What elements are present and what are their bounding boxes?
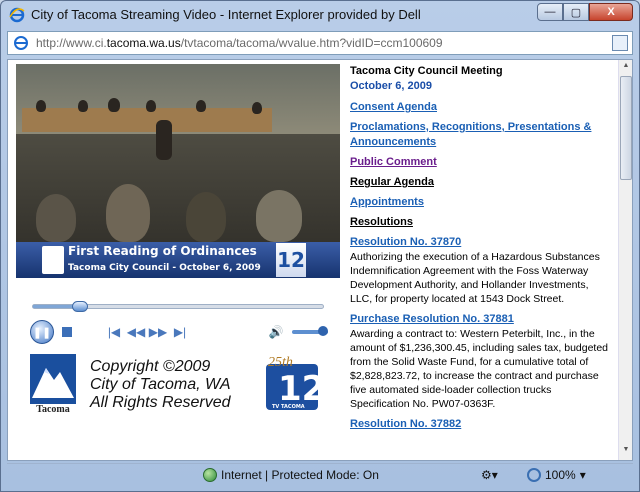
zoom-icon xyxy=(527,468,541,482)
copyright-line: All Rights Reserved xyxy=(90,394,231,411)
ch12-name: TV TACOMA xyxy=(272,404,305,410)
address-bar[interactable]: http://www.ci.tacoma.wa.us/tvtacoma/taco… xyxy=(7,31,633,55)
status-bar: Internet | Protected Mode: On ⚙▾ 100% ▾ xyxy=(7,463,633,487)
resolution-37870-link[interactable]: Resolution No. 37870 xyxy=(350,236,461,248)
compatibility-icon[interactable] xyxy=(612,35,628,51)
video-figure xyxy=(78,100,88,112)
pause-button[interactable]: ❚❚ xyxy=(30,320,54,344)
close-button[interactable]: X xyxy=(589,3,633,21)
video-audience xyxy=(106,184,150,242)
security-zone[interactable]: Internet | Protected Mode: On xyxy=(203,468,379,482)
video-speaker xyxy=(156,120,172,160)
consent-agenda-link[interactable]: Consent Agenda xyxy=(350,101,437,113)
seek-bar[interactable] xyxy=(32,301,324,312)
video-frame[interactable]: First Reading of Ordinances Tacoma City … xyxy=(16,64,340,278)
video-dais xyxy=(22,108,272,132)
video-lower-third: First Reading of Ordinances Tacoma City … xyxy=(16,242,340,278)
title-bar: City of Tacoma Streaming Video - Interne… xyxy=(1,1,639,29)
url-prefix: http://www.ci. xyxy=(36,36,107,50)
url-domain: tacoma.wa.us xyxy=(106,36,181,50)
vertical-scrollbar[interactable]: ▲ ▼ xyxy=(618,60,632,460)
stop-icon[interactable] xyxy=(60,325,74,339)
agenda-panel: Tacoma City Council Meeting October 6, 2… xyxy=(346,60,614,460)
proclamations-link[interactable]: Proclamations, Recognitions, Presentatio… xyxy=(350,121,591,148)
ch12-anniversary: 25th xyxy=(268,355,293,370)
caption-buttons: — ▢ X xyxy=(537,3,633,21)
zoom-control[interactable]: 100% ▾ xyxy=(527,468,586,482)
purchase-resolution-37881-desc: Awarding a contract to: Western Peterbil… xyxy=(350,328,609,410)
minimize-button[interactable]: — xyxy=(537,3,563,21)
meeting-title: Tacoma City Council Meeting xyxy=(350,65,503,77)
channel-badge: 12 xyxy=(276,243,306,277)
meeting-date: October 6, 2009 xyxy=(350,80,432,92)
seek-thumb[interactable] xyxy=(71,301,88,312)
volume-thumb[interactable] xyxy=(317,326,328,336)
page-content: First Reading of Ordinances Tacoma City … xyxy=(7,59,633,461)
copyright-line: City of Tacoma, WA xyxy=(90,376,231,393)
rewind-icon[interactable]: ◀◀ xyxy=(127,324,145,340)
fast-forward-icon[interactable]: ▶▶ xyxy=(149,324,167,340)
video-figure xyxy=(196,100,206,112)
globe-icon xyxy=(203,468,217,482)
regular-agenda-heading: Regular Agenda xyxy=(350,176,434,188)
window-title: City of Tacoma Streaming Video - Interne… xyxy=(31,7,421,22)
internet-explorer-icon xyxy=(9,7,25,23)
scroll-thumb[interactable] xyxy=(620,76,632,180)
copyright-line: Copyright ©2009 xyxy=(90,358,211,375)
ch12-number: 12 xyxy=(278,369,325,409)
zone-text: Internet | Protected Mode: On xyxy=(221,468,379,482)
tools-icon[interactable]: ⚙▾ xyxy=(481,468,498,482)
resolutions-heading: Resolutions xyxy=(350,216,413,228)
scroll-up-icon[interactable]: ▲ xyxy=(620,62,632,74)
video-panel: First Reading of Ordinances Tacoma City … xyxy=(12,64,344,458)
volume-icon[interactable]: 🔊 xyxy=(268,324,284,340)
player-controls: ❚❚ |◀ ◀◀ ▶▶ ▶| 🔊 xyxy=(30,320,330,344)
resolution-37870-desc: Authorizing the execution of a Hazardous… xyxy=(350,251,600,305)
lower-third-title: First Reading of Ordinances xyxy=(68,244,257,258)
appointments-link[interactable]: Appointments xyxy=(350,196,424,208)
zoom-level: 100% xyxy=(545,468,576,482)
next-icon[interactable]: ▶| xyxy=(172,324,188,340)
url-path: /tvtacoma/tacoma/wvalue.htm?vidID=ccm100… xyxy=(180,36,443,50)
video-audience xyxy=(36,194,76,242)
page-icon xyxy=(14,36,28,50)
url-text[interactable]: http://www.ci.tacoma.wa.us/tvtacoma/taco… xyxy=(36,36,443,50)
previous-icon[interactable]: |◀ xyxy=(106,324,122,340)
purchase-resolution-37881-link[interactable]: Purchase Resolution No. 37881 xyxy=(350,313,514,325)
copyright-text: Copyright ©2009 City of Tacoma, WA All R… xyxy=(90,358,258,412)
video-figure xyxy=(146,100,156,112)
video-figure xyxy=(108,98,120,112)
zoom-dropdown-icon[interactable]: ▾ xyxy=(580,468,586,482)
scroll-down-icon[interactable]: ▼ xyxy=(620,446,632,458)
browser-window: City of Tacoma Streaming Video - Interne… xyxy=(0,0,640,492)
public-comment-link[interactable]: Public Comment xyxy=(350,156,437,168)
video-figure xyxy=(36,100,46,112)
video-figure xyxy=(252,102,262,114)
video-audience xyxy=(256,190,302,242)
tv-tacoma-12-logo: 25th 12 TV TACOMA xyxy=(266,355,325,410)
copyright-block: Tacoma Copyright ©2009 City of Tacoma, W… xyxy=(22,352,340,426)
tacoma-logo-small xyxy=(42,246,64,274)
resolution-37882-link[interactable]: Resolution No. 37882 xyxy=(350,418,461,430)
lower-third-subtitle: Tacoma City Council - October 6, 2009 xyxy=(68,263,261,273)
tacoma-logo-word: Tacoma xyxy=(36,404,70,415)
maximize-button[interactable]: ▢ xyxy=(563,3,589,21)
video-audience xyxy=(186,192,226,242)
